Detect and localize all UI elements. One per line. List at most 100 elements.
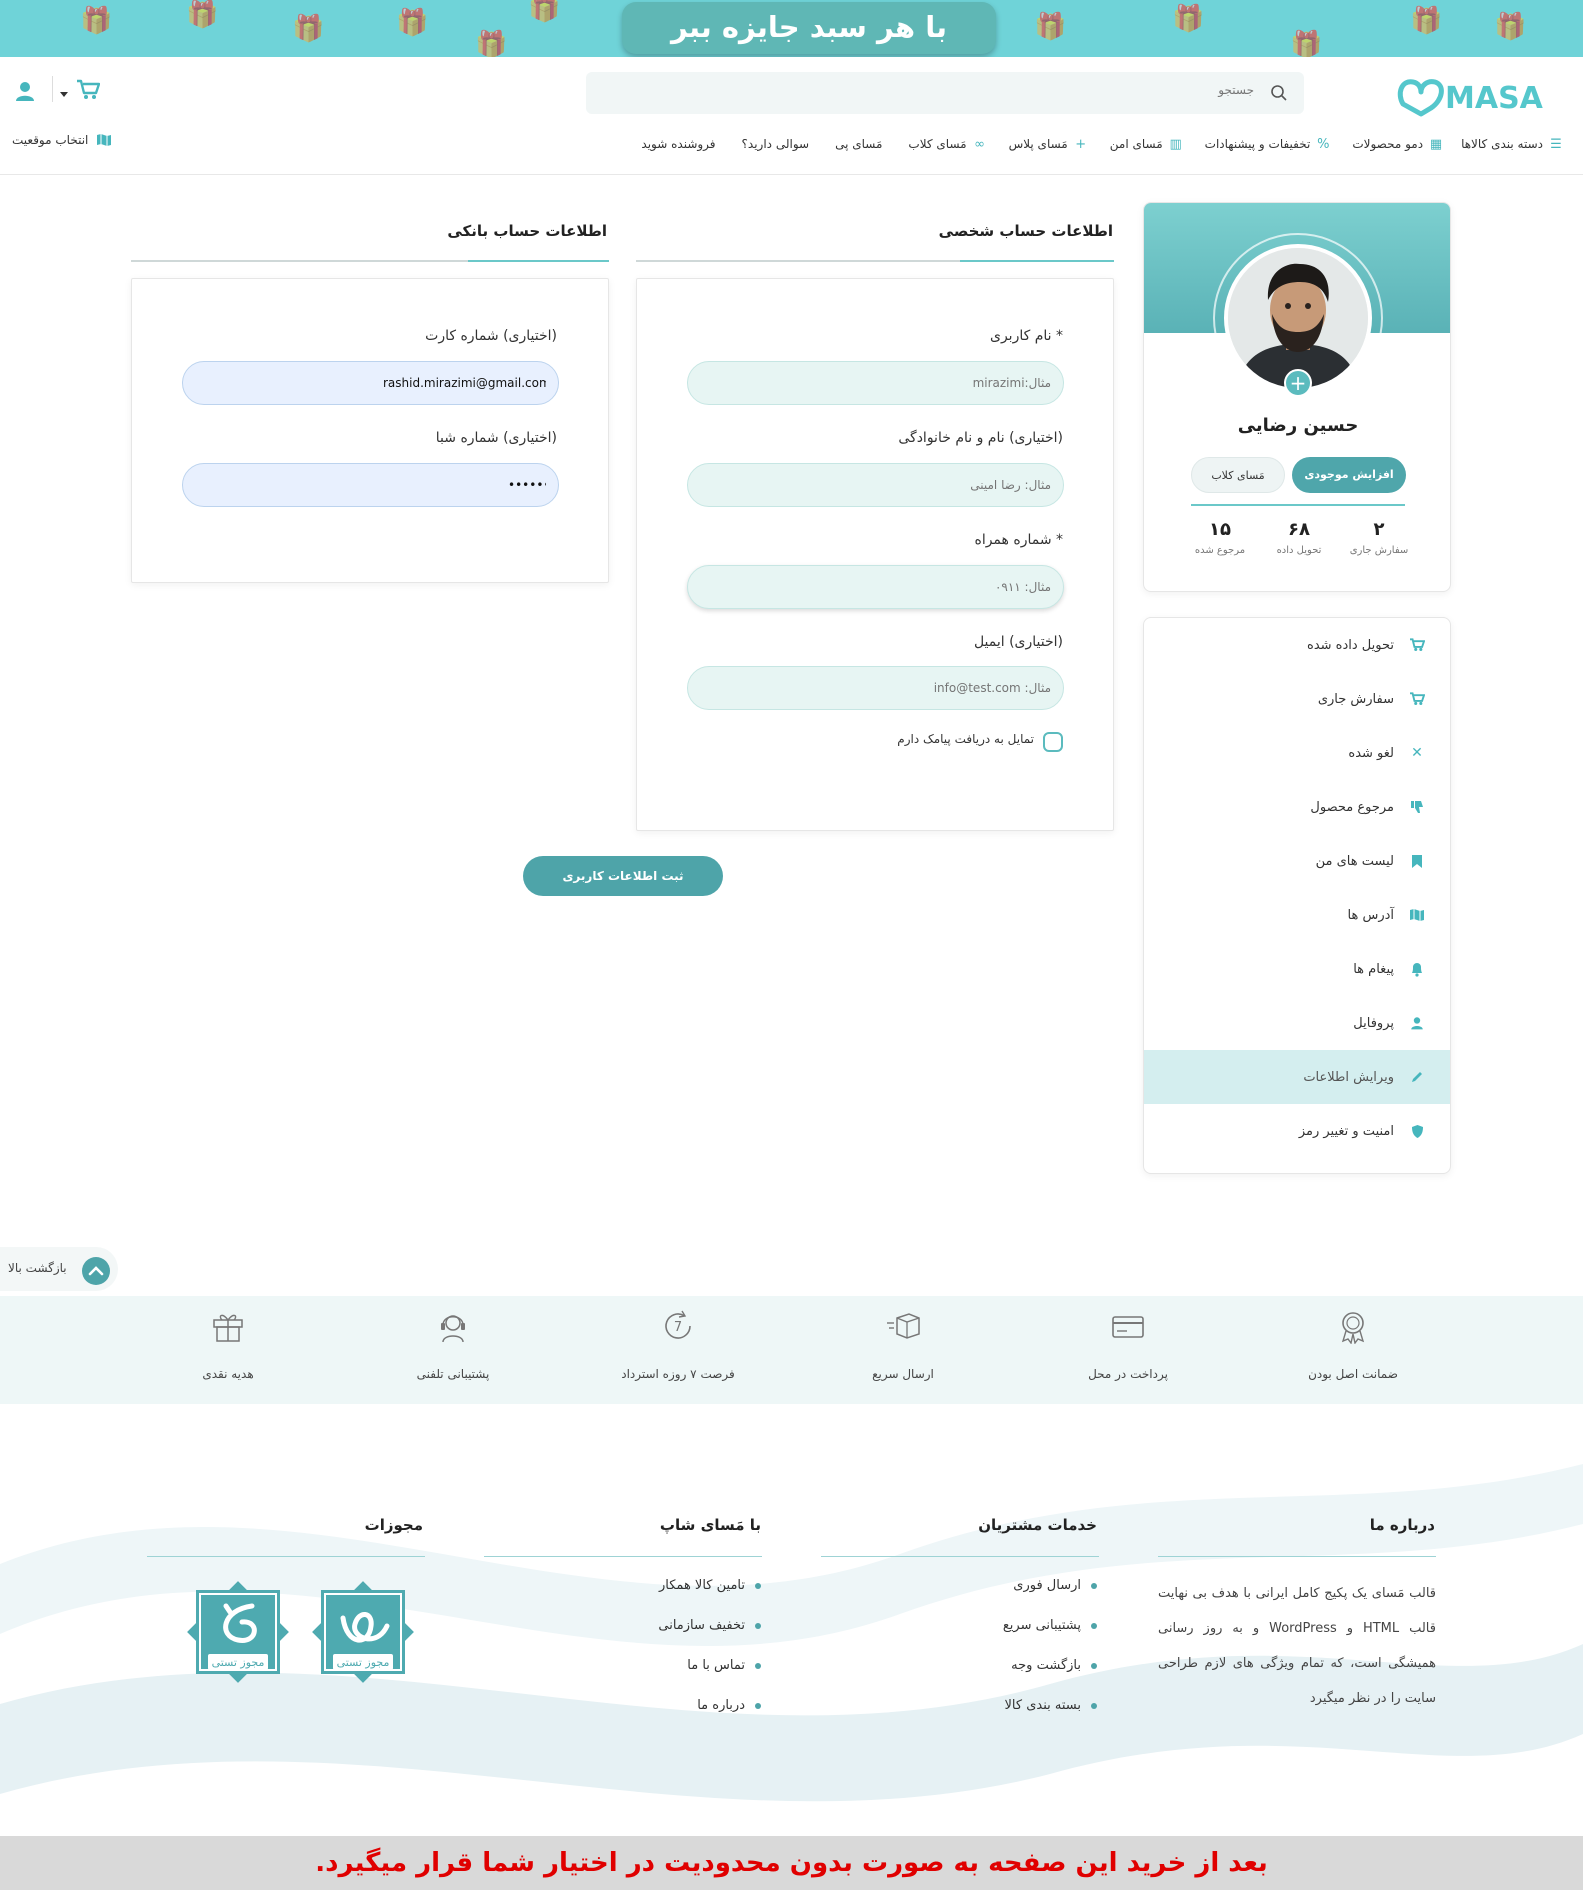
features-strip: ضمانت اصل بودن پرداخت در محل ارسال سریع … [0, 1296, 1583, 1404]
cart-icon[interactable] [76, 79, 100, 101]
nav-label: سوالی دارید؟ [741, 137, 810, 151]
email-field[interactable] [687, 666, 1064, 710]
footer-link[interactable]: تماس با ما [687, 1658, 761, 1673]
profile-card: + حسین رضایی افزایش موجودی مَسای کلاب ۲ … [1143, 202, 1451, 592]
menu-item-addresses[interactable]: آدرس ها [1144, 888, 1450, 942]
cart-icon [1408, 636, 1426, 654]
chevron-down-icon[interactable] [60, 92, 68, 97]
footer-link[interactable]: تخفیف سازمانی [658, 1618, 761, 1633]
menu-label: لیست های من [1315, 853, 1394, 869]
menu-label: آدرس ها [1347, 907, 1395, 923]
menu-label: امنیت و تغییر رمز [1298, 1123, 1394, 1139]
stat-label: تحویل داده [1276, 545, 1322, 556]
bullet-dot [1091, 1582, 1097, 1589]
menu-label: لغو شده [1348, 745, 1394, 761]
add-credit-button[interactable]: افزایش موجودی [1292, 457, 1406, 493]
license-badge[interactable]: مجوز تستی [182, 1576, 294, 1688]
feature-label: پشتیبانی تلفنی [416, 1367, 490, 1381]
menu-item-cancelled[interactable]: ✕ لغو شده [1144, 726, 1450, 780]
feature-phone-support: پشتیبانی تلفنی [353, 1296, 553, 1404]
search-input[interactable] [634, 83, 1254, 97]
card-number-field[interactable] [182, 361, 559, 405]
footer-link[interactable]: ارسال فوری [1013, 1578, 1097, 1593]
username-field[interactable] [687, 361, 1064, 405]
footer-link[interactable]: بسته بندی کالا [1005, 1698, 1097, 1713]
menu-item-delivered[interactable]: تحویل داده شده [1144, 618, 1450, 672]
nav-item-faq[interactable]: سوالی دارید؟ [742, 134, 810, 154]
hamburger-icon: ☰ [1550, 136, 1562, 152]
menu-item-returns[interactable]: مرجوع محصول [1144, 780, 1450, 834]
footer-divider [484, 1556, 762, 1557]
username-label: * نام کاربری [989, 328, 1063, 344]
masai-logo[interactable]: MASAI [1395, 74, 1554, 118]
close-icon: ✕ [1411, 745, 1423, 761]
stat-value: ۲ [1373, 519, 1385, 540]
feature-label: پرداخت در محل [1088, 1367, 1168, 1381]
menu-item-lists[interactable]: لیست های من [1144, 834, 1450, 888]
footer-licenses-title: مجوزات [364, 1516, 423, 1534]
bookmark-icon [1408, 852, 1426, 870]
sms-opt-in-checkbox[interactable] [1043, 732, 1063, 752]
back-to-top-button[interactable]: بازگشت بالا [0, 1247, 118, 1291]
nav-item-secure[interactable]: ▥ مَسای امن [1110, 134, 1183, 154]
footer-divider [821, 1556, 1099, 1557]
section-divider-accent [960, 260, 1114, 262]
stat-delivered: ۶۸ تحویل داده [1259, 519, 1339, 556]
nav-item-demo[interactable]: ▦ دمو محصولات [1352, 134, 1443, 154]
bell-icon [1408, 960, 1426, 978]
nav-label: مَسای پلاس [1008, 137, 1068, 151]
sms-opt-in-label: تمایل به دریافت پیامک دارم [897, 732, 1034, 746]
nav-label: دمو محصولات [1352, 137, 1424, 151]
footer-link[interactable]: درباره ما [697, 1698, 761, 1713]
nav-label: دسته بندی کالاها [1461, 137, 1543, 151]
footer-link-label: بسته بندی کالا [1004, 1698, 1081, 1713]
search-icon[interactable] [1270, 84, 1288, 102]
submit-user-info-button[interactable]: ثبت اطلاعات کاربری [523, 856, 723, 896]
footer-link[interactable]: تامین کالا همکار [659, 1578, 761, 1593]
license-badge[interactable]: مجوز تستی [307, 1576, 419, 1688]
footer-about-title: درباره ما [1369, 1516, 1435, 1534]
footer-link-label: تخفیف سازمانی [658, 1618, 745, 1633]
footer-link-label: درباره ما [697, 1698, 745, 1713]
svg-text:7: 7 [674, 1320, 682, 1335]
account-menu: تحویل داده شده سفارش جاری ✕ لغو شده مرجو… [1143, 617, 1451, 1174]
pencil-icon [1408, 1068, 1426, 1086]
nav-item-plus[interactable]: + مَسای پلاس [1009, 134, 1088, 154]
map-icon [97, 134, 112, 146]
club-button[interactable]: مَسای کلاب [1191, 457, 1285, 493]
nav-item-categories[interactable]: ☰ دسته بندی کالاها [1461, 134, 1563, 154]
back-to-top-label: بازگشت بالا [8, 1261, 67, 1275]
menu-item-edit-info[interactable]: ویرایش اطلاعات [1144, 1050, 1450, 1104]
nav-item-club[interactable]: ∞ مَسای کلاب [908, 134, 986, 154]
fullname-field[interactable] [687, 463, 1064, 507]
gift-icon: 🎁 [1410, 6, 1443, 36]
footer-divider [1158, 1556, 1436, 1557]
location-selector[interactable]: انتخاب موقعیت [12, 133, 112, 147]
sheba-field[interactable] [182, 463, 559, 507]
menu-item-current-orders[interactable]: سفارش جاری [1144, 672, 1450, 726]
nav-label: مَسای امن [1109, 137, 1163, 151]
search-box[interactable] [586, 72, 1304, 114]
badge-caption: مجوز تستی [212, 1656, 265, 1669]
phone-field[interactable] [687, 565, 1064, 609]
main-nav: ☰ دسته بندی کالاها ▦ دمو محصولات % تخفیف… [641, 134, 1563, 154]
gift-icon: 🎁 [475, 30, 508, 57]
footer-link[interactable]: بازگشت وجه [1011, 1658, 1097, 1673]
user-icon[interactable] [14, 80, 36, 102]
nav-item-seller[interactable]: فروشنده شوید [641, 134, 715, 154]
menu-label: مرجوع محصول [1310, 799, 1394, 815]
menu-item-messages[interactable]: پیغام ها [1144, 942, 1450, 996]
nav-item-offers[interactable]: % تخفیفات و پیشنهادات [1205, 134, 1331, 154]
footer-services-title: خدمات مشتریان [978, 1516, 1097, 1534]
menu-item-profile[interactable]: پروفایل [1144, 996, 1450, 1050]
nav-item-pay[interactable]: مَسای پی [835, 134, 882, 154]
profile-divider [1191, 504, 1405, 506]
menu-item-security[interactable]: امنیت و تغییر رمز [1144, 1104, 1450, 1158]
promo-banner[interactable]: 🎁 🎁 🎁 🎁 🎁 🎁 🎁 🎁 🎁 🎁 🎁 با هر سبد جایزه بب… [0, 0, 1583, 57]
footer-about-text: قالب مَسای یک پکیج کامل ایرانی با هدف بی… [1158, 1586, 1436, 1706]
feature-7-day-return: 7 فرصت ۷ روزه استرداد [578, 1296, 778, 1404]
add-avatar-button[interactable]: + [1284, 369, 1312, 397]
footer-link[interactable]: پشتیبانی سریع [1003, 1618, 1097, 1633]
sheba-label: (اختیاری) شماره شبا [435, 430, 557, 446]
fullname-label: (اختیاری) نام و نام خانوادگی [898, 430, 1063, 446]
